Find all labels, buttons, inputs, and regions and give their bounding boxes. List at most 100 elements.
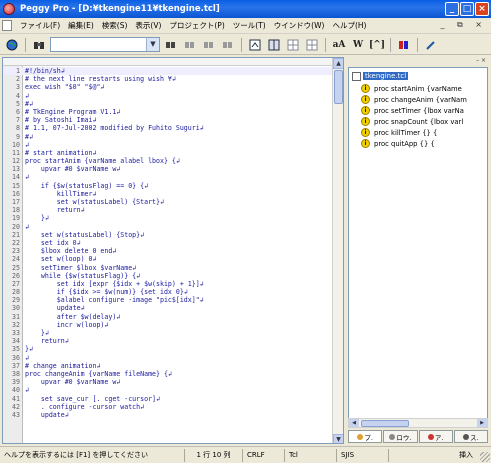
- menu-edit[interactable]: 編集(E): [64, 20, 98, 31]
- code-line[interactable]: 23 $lbox delete 0 end↲: [3, 247, 333, 255]
- scroll-down-icon[interactable]: ▼: [333, 434, 343, 443]
- tree-item[interactable]: i proc quitApp {} {: [361, 138, 467, 149]
- code-editor[interactable]: 1 #!/bin/sh↲ 2 # the next line restarts usi…: [2, 57, 344, 444]
- code-line[interactable]: 15 if {$w(statusFlag) == 0} {↲: [3, 182, 333, 190]
- split-vertical-icon[interactable]: [304, 37, 320, 53]
- tree-item-label: proc startAnim {varName: [374, 84, 462, 93]
- code-line[interactable]: 19 }↲: [3, 214, 333, 222]
- code-line[interactable]: 31 after $w(delay)↲: [3, 313, 333, 321]
- scroll-thumb[interactable]: [334, 70, 343, 104]
- code-line[interactable]: 20 ↲: [3, 223, 333, 231]
- code-line[interactable]: 34 return↲: [3, 337, 333, 345]
- code-line[interactable]: 14 ↲: [3, 173, 333, 181]
- code-line[interactable]: 38 proc changeAnim {varName fileName} {↲: [3, 370, 333, 378]
- code-line[interactable]: 24 set w(loop) 0↲: [3, 255, 333, 263]
- code-line[interactable]: 37 # change animation↲: [3, 362, 333, 370]
- code-line[interactable]: 40 ↲: [3, 386, 333, 394]
- tab-project[interactable]: プ.: [348, 430, 383, 443]
- code-line[interactable]: 26 while {$w(statusFlag)} {↲: [3, 272, 333, 280]
- code-line[interactable]: 29 $alabel configure -image "pic$[idx]"↲: [3, 296, 333, 304]
- code-line[interactable]: 28 if {$idx >= $w(num)} {set idx 0}↲: [3, 288, 333, 296]
- tree-item[interactable]: i proc startAnim {varName: [361, 83, 467, 94]
- scroll-up-icon[interactable]: ▲: [333, 58, 343, 69]
- code-line[interactable]: 42 . configure -cursor watch↲: [3, 403, 333, 411]
- maximize-button[interactable]: □: [460, 2, 474, 16]
- tree-root[interactable]: tkengine.tcl: [352, 71, 409, 81]
- code-line[interactable]: 16 killTimer↲: [3, 190, 333, 198]
- replace-icon[interactable]: [220, 37, 236, 53]
- tree-item[interactable]: i proc snapCount {lbox varl: [361, 116, 467, 127]
- code-line[interactable]: 13 upvar #0 $varName w↲: [3, 165, 333, 173]
- app-icon[interactable]: [3, 3, 15, 15]
- menu-file[interactable]: ファイル(F): [16, 20, 64, 31]
- menu-search[interactable]: 検索(S): [98, 20, 132, 31]
- code-line[interactable]: 36 ↲: [3, 354, 333, 362]
- panel-close-icon[interactable]: – ×: [476, 57, 486, 64]
- outline-tree[interactable]: tkengine.tcl i proc startAnim {varName i pr…: [348, 67, 488, 419]
- tree-item[interactable]: i proc killTimer {} {: [361, 127, 467, 138]
- code-line[interactable]: 6 # TkEngine Program V1.1↲: [3, 108, 333, 116]
- code-lines[interactable]: 1 #!/bin/sh↲ 2 # the next line restarts usi…: [3, 67, 333, 419]
- menu-view[interactable]: 表示(V): [131, 20, 165, 31]
- tab-outline[interactable]: ア.: [418, 430, 453, 443]
- word-toggle-button[interactable]: W: [350, 37, 366, 53]
- resize-grip[interactable]: [480, 452, 490, 462]
- menu-project[interactable]: プロジェクト(P): [165, 20, 228, 31]
- tab-style[interactable]: ス.: [453, 430, 488, 443]
- code-line[interactable]: 27 set idx [expr {$idx + $w(skip) + 1}]↲: [3, 280, 333, 288]
- code-line[interactable]: 22 set idx 0↲: [3, 239, 333, 247]
- code-line[interactable]: 30 update↲: [3, 304, 333, 312]
- code-line[interactable]: 1 #!/bin/sh↲: [3, 67, 333, 76]
- code-line[interactable]: 33 }↲: [3, 329, 333, 337]
- case-toggle-button[interactable]: aA: [331, 37, 347, 53]
- jump-icon[interactable]: [247, 37, 263, 53]
- binoculars-icon[interactable]: [31, 37, 47, 53]
- code-line[interactable]: 3 exec wish "$0" "$@"↲: [3, 83, 333, 91]
- scroll-left-icon[interactable]: ◀: [349, 419, 359, 427]
- code-line[interactable]: 10 ↲: [3, 141, 333, 149]
- code-line[interactable]: 9 #↲: [3, 133, 333, 141]
- regex-toggle-button[interactable]: [^]: [369, 37, 385, 53]
- tree-item[interactable]: i proc setTimer {lbox varNa: [361, 105, 467, 116]
- document-icon[interactable]: [2, 20, 12, 31]
- code-line[interactable]: 12 proc startAnim {varName alabel lbox} {…: [3, 157, 333, 165]
- mdi-controls[interactable]: _ ⧉ ×: [440, 20, 487, 30]
- code-line[interactable]: 8 # 1.1, 07-Jul-2002 modified by Fuhito S…: [3, 124, 333, 132]
- bookmark-icon[interactable]: [396, 37, 412, 53]
- code-line[interactable]: 21 set w(statusLabel) {Stop}↲: [3, 231, 333, 239]
- search-combo[interactable]: ▼: [50, 37, 160, 52]
- tab-window[interactable]: ロウ.: [383, 430, 418, 443]
- tree-item[interactable]: i proc changeAnim {varNam: [361, 94, 467, 105]
- code-line[interactable]: 25 setTimer $lbox $varName↲: [3, 264, 333, 272]
- window-controls: _ □ ×: [445, 2, 489, 16]
- pen-icon[interactable]: [423, 37, 439, 53]
- find-next-icon[interactable]: [163, 37, 179, 53]
- code-line[interactable]: 17 set w(statusLabel) {Start}↲: [3, 198, 333, 206]
- find-previous-icon[interactable]: [182, 37, 198, 53]
- compare-icon[interactable]: [266, 37, 282, 53]
- chevron-down-icon[interactable]: ▼: [146, 38, 159, 51]
- code-line[interactable]: 39 upvar #0 $varName w↲: [3, 378, 333, 386]
- menu-window[interactable]: ウインドウ(W): [270, 20, 329, 31]
- code-line[interactable]: 7 # by Satoshi Imai↲: [3, 116, 333, 124]
- scroll-right-icon[interactable]: ▶: [477, 419, 487, 427]
- code-line[interactable]: 18 return↲: [3, 206, 333, 214]
- code-line[interactable]: 32 incr w(loop)↲: [3, 321, 333, 329]
- code-line[interactable]: 4 ↲: [3, 92, 333, 100]
- code-line[interactable]: 41 set save_cur [. cget -cursor]↲: [3, 395, 333, 403]
- globe-icon[interactable]: [4, 37, 20, 53]
- code-line[interactable]: 11 # start animation↲: [3, 149, 333, 157]
- vertical-scrollbar[interactable]: ▲ ▼: [332, 58, 343, 443]
- scroll-thumb[interactable]: [361, 420, 409, 427]
- minimize-button[interactable]: _: [445, 2, 459, 16]
- close-button[interactable]: ×: [475, 2, 489, 16]
- split-horizontal-icon[interactable]: [285, 37, 301, 53]
- menu-tools[interactable]: ツール(T): [229, 20, 270, 31]
- code-line[interactable]: 5 #↲: [3, 100, 333, 108]
- find-in-files-icon[interactable]: [201, 37, 217, 53]
- menu-help[interactable]: ヘルプ(H): [328, 20, 370, 31]
- code-line[interactable]: 2 # the next line restarts using wish ¥↲: [3, 75, 333, 83]
- horizontal-scrollbar[interactable]: ◀ ▶: [348, 418, 488, 428]
- code-line[interactable]: 35}↲: [3, 345, 333, 353]
- code-line[interactable]: 43 update↲: [3, 411, 333, 419]
